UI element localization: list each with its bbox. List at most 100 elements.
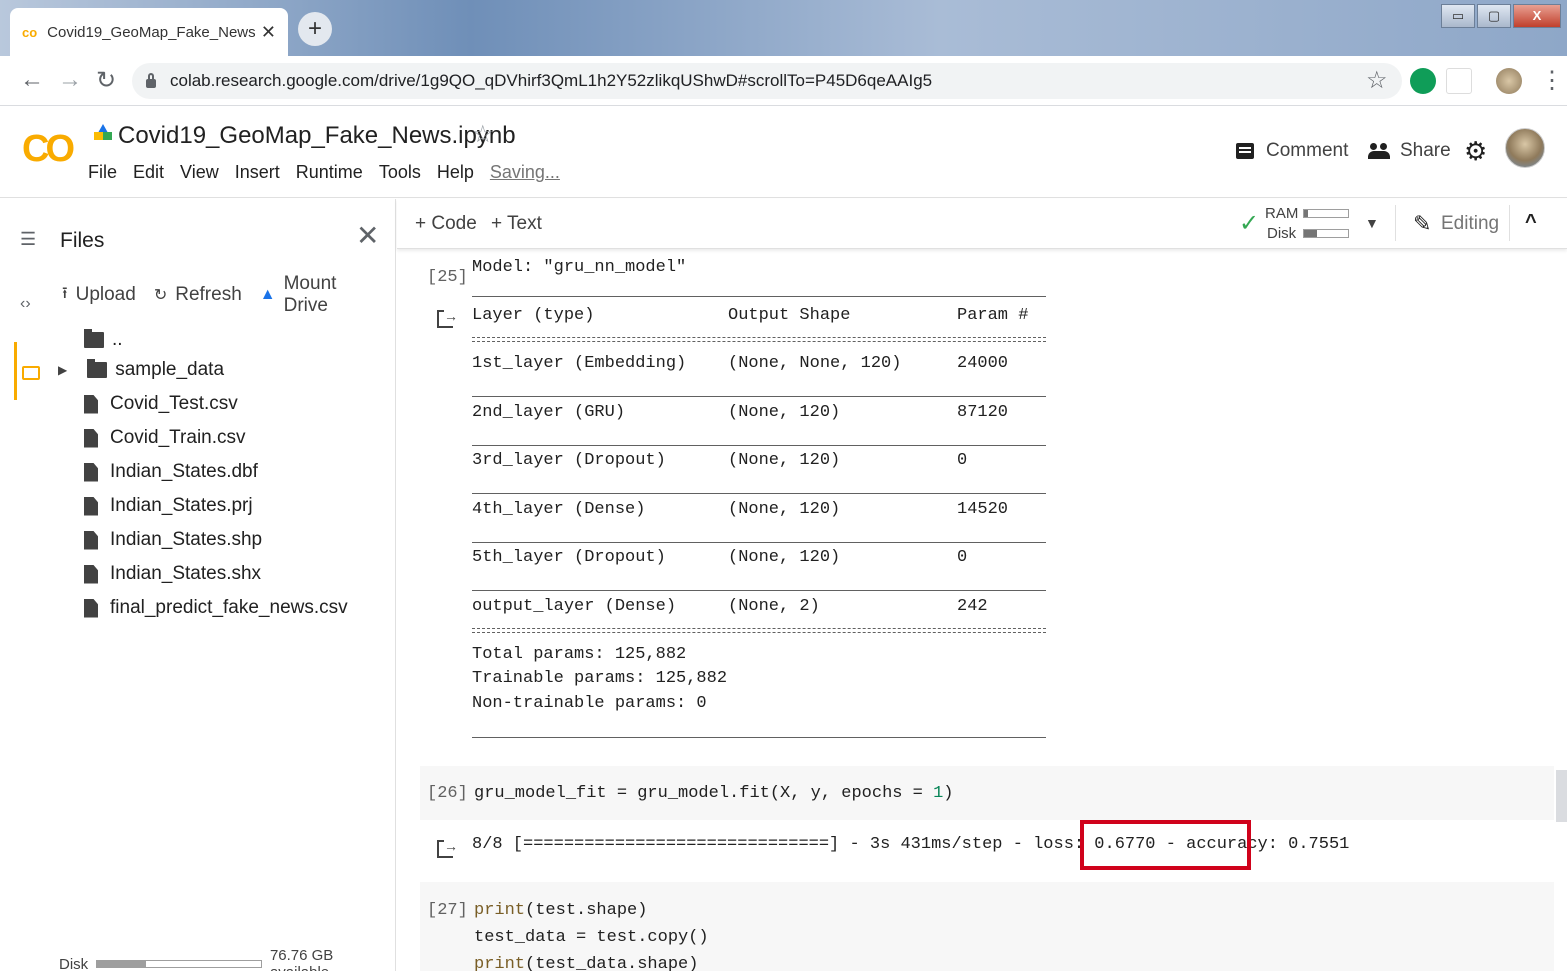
file-item[interactable]: Indian_States.shx bbox=[84, 563, 261, 585]
code-text: (test_data.shape) bbox=[525, 955, 699, 971]
file-item[interactable]: Covid_Test.csv bbox=[84, 393, 238, 415]
drive-icon: ▲ bbox=[259, 286, 276, 303]
colab-logo[interactable]: CO bbox=[22, 128, 75, 171]
layer-param-count: 0 bbox=[957, 548, 968, 567]
url-field[interactable]: colab.research.google.com/drive/1g9QO_qD… bbox=[132, 63, 1402, 99]
file-item[interactable]: Covid_Train.csv bbox=[84, 427, 246, 449]
menu-file[interactable]: File bbox=[88, 162, 117, 183]
new-tab-button[interactable]: + bbox=[298, 12, 332, 46]
file-item[interactable]: Indian_States.dbf bbox=[84, 461, 258, 483]
model-name-line: Model: "gru_nn_model" bbox=[472, 258, 687, 277]
code-function: print bbox=[474, 901, 526, 920]
back-arrow-icon[interactable]: ← bbox=[20, 66, 44, 94]
reload-icon[interactable]: ↻ bbox=[96, 66, 116, 95]
ram-label: RAM bbox=[1265, 205, 1299, 222]
file-item[interactable]: final_predict_fake_news.csv bbox=[84, 597, 348, 619]
layer-output-shape: (None, 120) bbox=[728, 548, 841, 567]
connected-check-icon[interactable]: ✓ bbox=[1239, 209, 1259, 238]
file-icon bbox=[84, 530, 98, 550]
folder-item[interactable]: ▶ sample_data bbox=[58, 359, 224, 381]
divider bbox=[472, 737, 1046, 738]
share-button[interactable]: Share bbox=[1368, 140, 1451, 162]
ram-bar[interactable] bbox=[1303, 209, 1349, 218]
scrollbar[interactable] bbox=[1556, 770, 1567, 822]
close-icon[interactable]: ✕ bbox=[356, 219, 379, 252]
maximize-button[interactable]: ▢ bbox=[1477, 4, 1511, 28]
menu-view[interactable]: View bbox=[180, 162, 219, 183]
menu-insert[interactable]: Insert bbox=[235, 162, 280, 183]
disk-usage-fill bbox=[97, 961, 147, 967]
non-trainable-params: Non-trainable params: 0 bbox=[472, 694, 707, 713]
files-folder-icon[interactable] bbox=[22, 366, 40, 380]
more-vert-icon[interactable]: ⋮ bbox=[1540, 66, 1564, 95]
file-label: Indian_States.shx bbox=[110, 563, 262, 584]
divider bbox=[1509, 205, 1510, 241]
colab-header: CO Covid19_GeoMap_Fake_News.ipynb ☆ File… bbox=[0, 106, 1567, 198]
parent-directory-item[interactable]: .. bbox=[84, 329, 123, 351]
add-text-cell-button[interactable]: + Text bbox=[491, 213, 542, 235]
menu-runtime[interactable]: Runtime bbox=[296, 162, 363, 183]
flash-sale-extension-icon[interactable] bbox=[1446, 68, 1472, 94]
code-text: ) bbox=[943, 784, 954, 803]
ram-fill bbox=[1304, 210, 1309, 217]
code-line[interactable]: print(test.shape) bbox=[474, 901, 647, 920]
drive-icon bbox=[94, 124, 112, 140]
avatar[interactable] bbox=[1505, 128, 1545, 168]
layer-param-count: 87120 bbox=[957, 403, 1009, 422]
browser-tab[interactable]: co Covid19_GeoMap_Fake_News.ip ✕ bbox=[10, 8, 288, 56]
menu-help[interactable]: Help bbox=[437, 162, 474, 183]
chevron-down-icon[interactable]: ▼ bbox=[1365, 215, 1379, 231]
file-icon bbox=[84, 598, 98, 618]
file-label: Covid_Train.csv bbox=[110, 427, 246, 448]
code-line[interactable]: print(test_data.shape) bbox=[474, 955, 698, 971]
folder-icon bbox=[87, 359, 108, 378]
file-item[interactable]: Indian_States.prj bbox=[84, 495, 253, 517]
saving-status[interactable]: Saving... bbox=[490, 162, 560, 183]
forward-arrow-icon[interactable]: → bbox=[58, 66, 82, 94]
close-tab-icon[interactable]: ✕ bbox=[261, 22, 276, 43]
bookmark-star-icon[interactable]: ☆ bbox=[1366, 66, 1388, 95]
chevron-up-icon[interactable]: ^ bbox=[1525, 211, 1537, 234]
profile-avatar-icon[interactable] bbox=[1496, 68, 1522, 94]
file-item[interactable]: Indian_States.shp bbox=[84, 529, 262, 551]
file-icon bbox=[84, 564, 98, 584]
minimize-button[interactable]: ▭ bbox=[1441, 4, 1475, 28]
file-icon bbox=[84, 428, 98, 448]
menu-edit[interactable]: Edit bbox=[133, 162, 164, 183]
column-header-layer: Layer (type) bbox=[472, 306, 595, 325]
output-icon[interactable] bbox=[437, 838, 458, 858]
comment-button[interactable]: Comment bbox=[1236, 140, 1348, 162]
layer-param-count: 0 bbox=[957, 451, 968, 470]
upload-icon: ⭱ bbox=[62, 284, 68, 302]
add-code-cell-button[interactable]: + Code bbox=[415, 213, 477, 235]
code-snippets-icon[interactable]: ‹› bbox=[20, 295, 31, 313]
extension-icon[interactable] bbox=[1410, 68, 1436, 94]
disk-toolbar-bar[interactable] bbox=[1303, 229, 1349, 238]
layer-param-count: 14520 bbox=[957, 500, 1009, 519]
folder-label: sample_data bbox=[115, 359, 225, 380]
code-line[interactable]: gru_model_fit = gru_model.fit(X, y, epoc… bbox=[474, 784, 953, 803]
code-text: gru_model_fit = gru_model.fit(X, y, epoc… bbox=[474, 784, 934, 803]
table-of-contents-icon[interactable]: ☰ bbox=[20, 229, 36, 250]
upload-button[interactable]: ⭱ Upload bbox=[62, 282, 136, 309]
divider bbox=[472, 445, 1046, 446]
editing-mode-label[interactable]: Editing bbox=[1441, 213, 1499, 235]
menu-tools[interactable]: Tools bbox=[379, 162, 421, 183]
star-icon[interactable]: ☆ bbox=[472, 120, 494, 149]
parent-dir-label: .. bbox=[112, 329, 123, 350]
refresh-button[interactable]: ↻ Refresh bbox=[154, 284, 242, 306]
column-header-params: Param # bbox=[957, 306, 1029, 325]
disk-usage-bar bbox=[96, 960, 262, 968]
notebook-title[interactable]: Covid19_GeoMap_Fake_News.ipynb bbox=[118, 122, 516, 150]
active-tab-indicator bbox=[14, 342, 17, 400]
output-icon[interactable] bbox=[437, 308, 458, 328]
divider bbox=[472, 628, 1046, 633]
file-icon bbox=[84, 496, 98, 516]
mount-drive-button[interactable]: ▲ Mount Drive bbox=[260, 273, 377, 317]
code-line[interactable]: test_data = test.copy() bbox=[474, 928, 709, 947]
layer-output-shape: (None, None, 120) bbox=[728, 354, 902, 373]
close-window-button[interactable]: X bbox=[1513, 4, 1561, 28]
gear-icon[interactable]: ⚙ bbox=[1464, 136, 1487, 167]
chevron-right-icon[interactable]: ▶ bbox=[58, 363, 67, 377]
layer-output-shape: (None, 120) bbox=[728, 403, 841, 422]
